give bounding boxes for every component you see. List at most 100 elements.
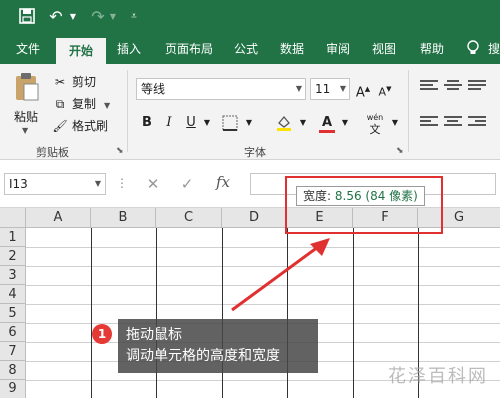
align-bottom-icon[interactable]: [468, 80, 486, 94]
column-header-a[interactable]: A: [26, 208, 91, 228]
clipboard-launcher-icon[interactable]: ⬊: [116, 146, 124, 156]
watermark: 花泽百科网: [388, 366, 488, 387]
font-color-swatch: [319, 130, 335, 133]
row-header-4[interactable]: 4: [0, 285, 26, 304]
save-icon[interactable]: [18, 8, 36, 26]
row-header-3[interactable]: 3: [0, 266, 26, 285]
name-box[interactable]: I13 ▼: [4, 173, 106, 195]
align-top-icon[interactable]: [420, 80, 438, 94]
align-left-icon[interactable]: [420, 116, 438, 130]
insert-function-button[interactable]: fx: [216, 173, 230, 191]
tooltip-label: 宽度:: [303, 189, 332, 203]
increase-font-icon[interactable]: A▲: [354, 78, 372, 100]
tab-review[interactable]: 审阅: [318, 34, 358, 64]
border-icon[interactable]: [218, 112, 242, 134]
font-color-button[interactable]: A: [316, 112, 338, 134]
font-color-label: A: [321, 115, 333, 130]
quick-access-toolbar: ↶ ▼ ↷ ▼ ⩡: [0, 0, 500, 34]
gridline: [353, 228, 354, 398]
font-color-dropdown-icon[interactable]: ▼: [340, 112, 350, 134]
callout-line-1: 拖动鼠标: [126, 327, 182, 343]
group-separator: [408, 70, 409, 152]
cancel-entry-button[interactable]: ✕: [142, 174, 164, 194]
redo-icon[interactable]: ↷: [88, 8, 108, 26]
column-header-d[interactable]: D: [222, 208, 287, 228]
select-all-corner[interactable]: [0, 208, 26, 228]
gridline: [26, 285, 500, 286]
align-middle-icon[interactable]: [444, 80, 462, 94]
format-painter-button[interactable]: 🖌 格式刷: [52, 116, 108, 136]
tab-data[interactable]: 数据: [272, 34, 312, 64]
tab-view[interactable]: 视图: [364, 34, 404, 64]
tab-formulas[interactable]: 公式: [226, 34, 266, 64]
underline-dropdown-icon[interactable]: ▼: [202, 112, 212, 134]
row-header-8[interactable]: 8: [0, 361, 26, 380]
gridline: [26, 304, 500, 305]
font-name-select[interactable]: 等线 ▼: [136, 78, 306, 100]
copy-label: 复制: [72, 97, 97, 111]
gridline: [91, 228, 92, 398]
fill-color-dropdown-icon[interactable]: ▼: [298, 112, 308, 134]
phonetic-label: wén: [366, 113, 384, 122]
format-painter-label: 格式刷: [72, 119, 109, 133]
paste-icon[interactable]: [14, 72, 40, 102]
row-header-2[interactable]: 2: [0, 247, 26, 266]
tooltip-value: 8.56 (84 像素): [334, 189, 418, 203]
paste-label[interactable]: 粘贴: [14, 108, 38, 125]
column-width-tooltip: 宽度: 8.56 (84 像素): [296, 186, 425, 206]
font-name-value: 等线: [141, 82, 166, 96]
fill-color-icon[interactable]: [272, 112, 296, 134]
confirm-entry-button[interactable]: ✓: [176, 174, 198, 194]
italic-button[interactable]: I: [160, 112, 178, 134]
row-header-1[interactable]: 1: [0, 228, 26, 247]
decrease-font-icon[interactable]: A▼: [376, 78, 394, 100]
font-launcher-icon[interactable]: ⬊: [396, 146, 404, 156]
paste-dropdown-icon[interactable]: ▼: [22, 126, 28, 135]
bold-button[interactable]: B: [138, 112, 156, 134]
undo-icon[interactable]: ↶: [46, 8, 66, 26]
scissors-icon: ✂: [54, 75, 66, 89]
drag-handle-icon[interactable]: ⋮: [116, 176, 128, 190]
phonetic-icon: 文: [369, 123, 381, 136]
undo-dropdown-icon[interactable]: ▼: [68, 8, 78, 26]
copy-button[interactable]: ⧉ 复制 ▼: [52, 94, 110, 114]
tab-help[interactable]: 帮助: [410, 34, 454, 64]
lightbulb-icon[interactable]: [464, 40, 482, 58]
column-header-c[interactable]: C: [156, 208, 222, 228]
row-header-6[interactable]: 6: [0, 323, 26, 342]
phonetic-dropdown-icon[interactable]: ▼: [390, 112, 400, 134]
column-header-b[interactable]: B: [91, 208, 156, 228]
step-badge: 1: [92, 324, 112, 344]
align-right-icon[interactable]: [468, 116, 486, 130]
paintbrush-icon: 🖌: [52, 119, 68, 133]
chevron-down-icon: ▼: [295, 84, 302, 93]
row-header-9[interactable]: 9: [0, 380, 26, 398]
border-dropdown-icon[interactable]: ▼: [244, 112, 254, 134]
cut-button[interactable]: ✂ 剪切: [52, 72, 96, 92]
group-separator: [127, 70, 128, 152]
row-header-7[interactable]: 7: [0, 342, 26, 361]
tab-page-layout[interactable]: 页面布局: [156, 34, 222, 64]
underline-button[interactable]: U: [182, 112, 200, 134]
chevron-down-icon: ▼: [94, 179, 101, 188]
ribbon-tabs: 文件 开始 插入 页面布局 公式 数据 审阅 视图 帮助 搜: [0, 34, 500, 64]
copy-dropdown-icon[interactable]: ▼: [104, 101, 110, 110]
tab-home[interactable]: 开始: [56, 38, 106, 64]
font-size-value: 11: [315, 82, 331, 96]
tab-search-cut[interactable]: 搜: [488, 34, 500, 64]
gridline: [26, 247, 500, 248]
cut-label: 剪切: [72, 75, 97, 89]
phonetic-button[interactable]: wén 文: [362, 112, 388, 136]
copy-icon: ⧉: [55, 97, 65, 111]
tab-file[interactable]: 文件: [6, 34, 50, 64]
instruction-callout: 拖动鼠标 调动单元格的高度和宽度: [118, 319, 318, 373]
font-group-label: 字体: [244, 146, 266, 159]
align-center-icon[interactable]: [444, 116, 462, 130]
customize-toolbar-icon[interactable]: ⩡: [128, 8, 140, 26]
font-size-select[interactable]: 11 ▼: [310, 78, 350, 100]
redo-dropdown-icon[interactable]: ▼: [108, 8, 118, 26]
tab-insert[interactable]: 插入: [108, 34, 150, 64]
name-box-value: I13: [9, 177, 28, 191]
callout-line-2: 调动单元格的高度和宽度: [126, 348, 280, 364]
row-header-5[interactable]: 5: [0, 304, 26, 323]
